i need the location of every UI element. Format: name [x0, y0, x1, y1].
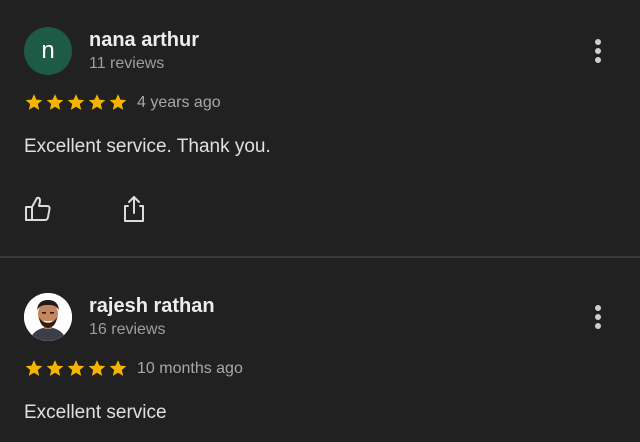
star-icon — [88, 360, 106, 376]
star-icon — [88, 94, 106, 110]
star-rating — [24, 92, 128, 112]
star-icon — [109, 94, 127, 110]
review-text: Excellent service — [24, 402, 167, 423]
star-icon — [46, 94, 64, 110]
thumb-up-icon[interactable] — [22, 193, 54, 225]
reviewer-name[interactable]: nana arthur — [89, 29, 199, 52]
avatar[interactable]: n — [24, 27, 72, 75]
review-text: Excellent service. Thank you. — [24, 136, 271, 157]
star-rating — [24, 358, 128, 378]
review-date: 4 years ago — [137, 94, 221, 111]
star-icon — [25, 94, 43, 110]
profile-photo-icon — [24, 293, 72, 341]
review-count: 11 reviews — [89, 55, 165, 72]
star-icon — [67, 94, 85, 110]
star-icon — [67, 360, 85, 376]
review-date: 10 months ago — [137, 360, 243, 377]
review-card: rajesh rathan 16 reviews 10 months ago E… — [0, 258, 640, 442]
share-icon[interactable] — [118, 193, 150, 225]
more-vert-icon[interactable] — [588, 302, 608, 332]
star-icon — [109, 360, 127, 376]
star-icon — [25, 360, 43, 376]
review-count: 16 reviews — [89, 321, 166, 338]
more-vert-icon[interactable] — [588, 36, 608, 66]
star-icon — [46, 360, 64, 376]
avatar[interactable] — [24, 293, 72, 341]
review-card: n nana arthur 11 reviews 4 years ago Exc… — [0, 0, 640, 256]
reviewer-name[interactable]: rajesh rathan — [89, 295, 215, 318]
